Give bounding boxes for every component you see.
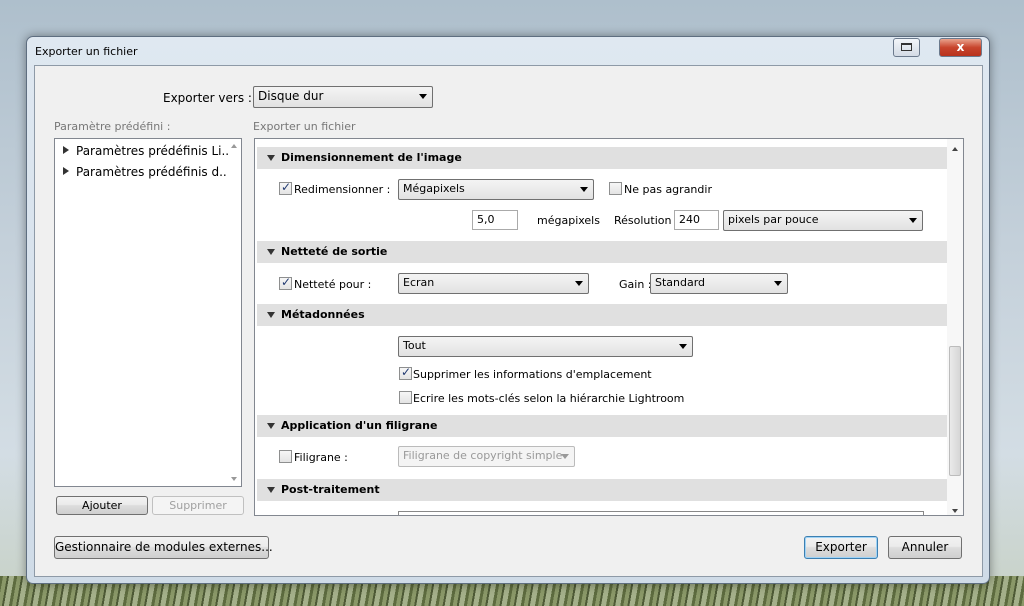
scroll-down-icon (231, 477, 237, 481)
preset-item-label: Paramètres prédéfinis Li... (76, 144, 233, 158)
watermark-select[interactable]: Filigrane de copyright simple (398, 446, 575, 467)
section-title: Netteté de sortie (281, 245, 388, 258)
settings-panel: Dimensionnement de l'image Redimensionne… (254, 138, 964, 516)
add-preset-button[interactable]: Ajouter (56, 496, 148, 515)
chevron-down-icon (679, 344, 687, 349)
preset-scrollbar[interactable] (228, 139, 241, 486)
chevron-down-icon (419, 94, 427, 99)
section-header-sharpening[interactable]: Netteté de sortie (257, 241, 947, 263)
metadata-include-value: Tout (403, 339, 426, 352)
chevron-down-icon (575, 281, 583, 286)
collapse-arrow-icon (267, 423, 275, 429)
export-dialog: Exporter un fichier x Exporter vers : Di… (26, 36, 990, 584)
export-file-heading: Exporter un fichier (253, 120, 356, 133)
keyword-hierarchy-label: Ecrire les mots-clés selon la hiérarchie… (413, 392, 685, 405)
resolution-label: Résolution : (614, 214, 679, 227)
export-to-select[interactable]: Disque dur (253, 86, 433, 108)
dialog-body: Exporter vers : Disque dur Paramètre pré… (34, 65, 983, 577)
collapse-arrow-icon (267, 155, 275, 161)
watermark-checkbox[interactable] (279, 450, 292, 463)
remove-location-label: Supprimer les informations d'emplacement (413, 368, 652, 381)
expand-arrow-icon (63, 146, 69, 154)
section-title: Application d'un filigrane (281, 419, 438, 432)
scroll-up-icon (952, 147, 958, 151)
sharpen-checkbox[interactable] (279, 275, 292, 290)
megapixels-unit: mégapixels (537, 214, 600, 227)
chevron-down-icon (580, 187, 588, 192)
gain-select[interactable]: Standard (650, 273, 788, 294)
restore-button[interactable] (893, 38, 920, 57)
resize-mode-select[interactable]: Mégapixels (398, 179, 594, 200)
section-header-post-processing[interactable]: Post-traitement (257, 479, 947, 501)
expand-arrow-icon (63, 167, 69, 175)
preset-list[interactable]: Paramètres prédéfinis Li... Paramètres p… (54, 138, 242, 487)
section-header-metadata[interactable]: Métadonnées (257, 304, 947, 326)
megapixels-input[interactable]: 5,0 (472, 210, 518, 230)
scrollbar-thumb[interactable] (949, 346, 961, 476)
close-button[interactable]: x (939, 38, 982, 57)
scroll-down-icon (952, 509, 958, 513)
section-title: Métadonnées (281, 308, 365, 321)
chevron-down-icon (909, 218, 917, 223)
gain-label: Gain : (619, 278, 652, 291)
export-button[interactable]: Exporter (804, 536, 878, 559)
keyword-hierarchy-checkbox[interactable] (399, 391, 412, 404)
export-to-value: Disque dur (258, 89, 324, 103)
collapse-arrow-icon (267, 312, 275, 318)
restore-icon (901, 43, 912, 51)
sharpen-target-value: Ecran (403, 276, 435, 289)
scroll-up-icon (231, 144, 237, 148)
resize-label: Redimensionner : (294, 183, 391, 196)
watermark-label: Filigrane : (294, 451, 348, 464)
section-title: Post-traitement (281, 483, 380, 496)
no-enlarge-checkbox[interactable] (609, 182, 622, 195)
preset-item-label: Paramètres prédéfinis d... (76, 165, 231, 179)
metadata-include-select[interactable]: Tout (398, 336, 693, 357)
remove-location-checkbox[interactable] (399, 365, 412, 380)
section-header-watermark[interactable]: Application d'un filigrane (257, 415, 947, 437)
resolution-input[interactable]: 240 (674, 210, 719, 230)
resize-mode-value: Mégapixels (403, 182, 465, 195)
sharpen-label: Netteté pour : (294, 278, 372, 291)
post-processing-select[interactable] (398, 511, 924, 515)
no-enlarge-label: Ne pas agrandir (624, 183, 712, 196)
preset-item-user[interactable]: Paramètres prédéfinis d... (63, 165, 231, 179)
dialog-title: Exporter un fichier (35, 45, 138, 58)
chevron-down-icon (774, 281, 782, 286)
close-icon: x (956, 40, 965, 54)
section-title: Dimensionnement de l'image (281, 151, 462, 164)
gain-value: Standard (655, 276, 706, 289)
section-header-sizing[interactable]: Dimensionnement de l'image (257, 147, 947, 169)
title-bar: Exporter un fichier x (27, 37, 989, 65)
chevron-down-icon (561, 454, 569, 459)
resolution-unit-value: pixels par pouce (728, 213, 819, 226)
collapse-arrow-icon (267, 487, 275, 493)
preset-item-lightroom[interactable]: Paramètres prédéfinis Li... (63, 144, 233, 158)
watermark-value: Filigrane de copyright simple (403, 449, 563, 462)
sharpen-target-select[interactable]: Ecran (398, 273, 589, 294)
preset-heading: Paramètre prédéfini : (54, 120, 171, 133)
export-to-label: Exporter vers : (163, 91, 252, 105)
plugin-manager-button[interactable]: Gestionnaire de modules externes... (54, 536, 273, 559)
resize-checkbox[interactable] (279, 180, 292, 195)
cancel-button[interactable]: Annuler (888, 536, 962, 559)
collapse-arrow-icon (267, 249, 275, 255)
remove-preset-button[interactable]: Supprimer (152, 496, 244, 515)
resolution-unit-select[interactable]: pixels par pouce (723, 210, 923, 231)
